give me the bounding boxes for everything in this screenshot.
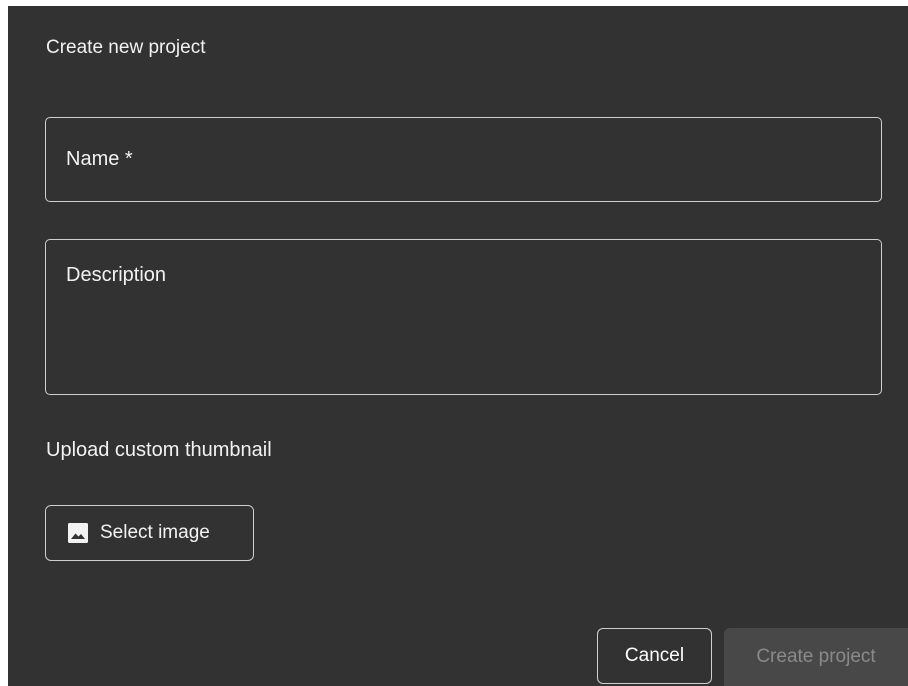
dialog-title: Create new project	[46, 37, 206, 58]
select-image-button[interactable]: Select image	[45, 505, 254, 561]
upload-thumbnail-label: Upload custom thumbnail	[46, 439, 272, 461]
name-field[interactable]	[45, 117, 882, 202]
create-project-button[interactable]: Create project	[724, 628, 908, 686]
select-image-label: Select image	[100, 522, 210, 543]
description-field[interactable]	[45, 239, 882, 395]
create-project-dialog: Create new project Upload custom thumbna…	[8, 6, 908, 686]
image-icon	[67, 522, 89, 544]
cancel-button[interactable]: Cancel	[597, 628, 712, 684]
